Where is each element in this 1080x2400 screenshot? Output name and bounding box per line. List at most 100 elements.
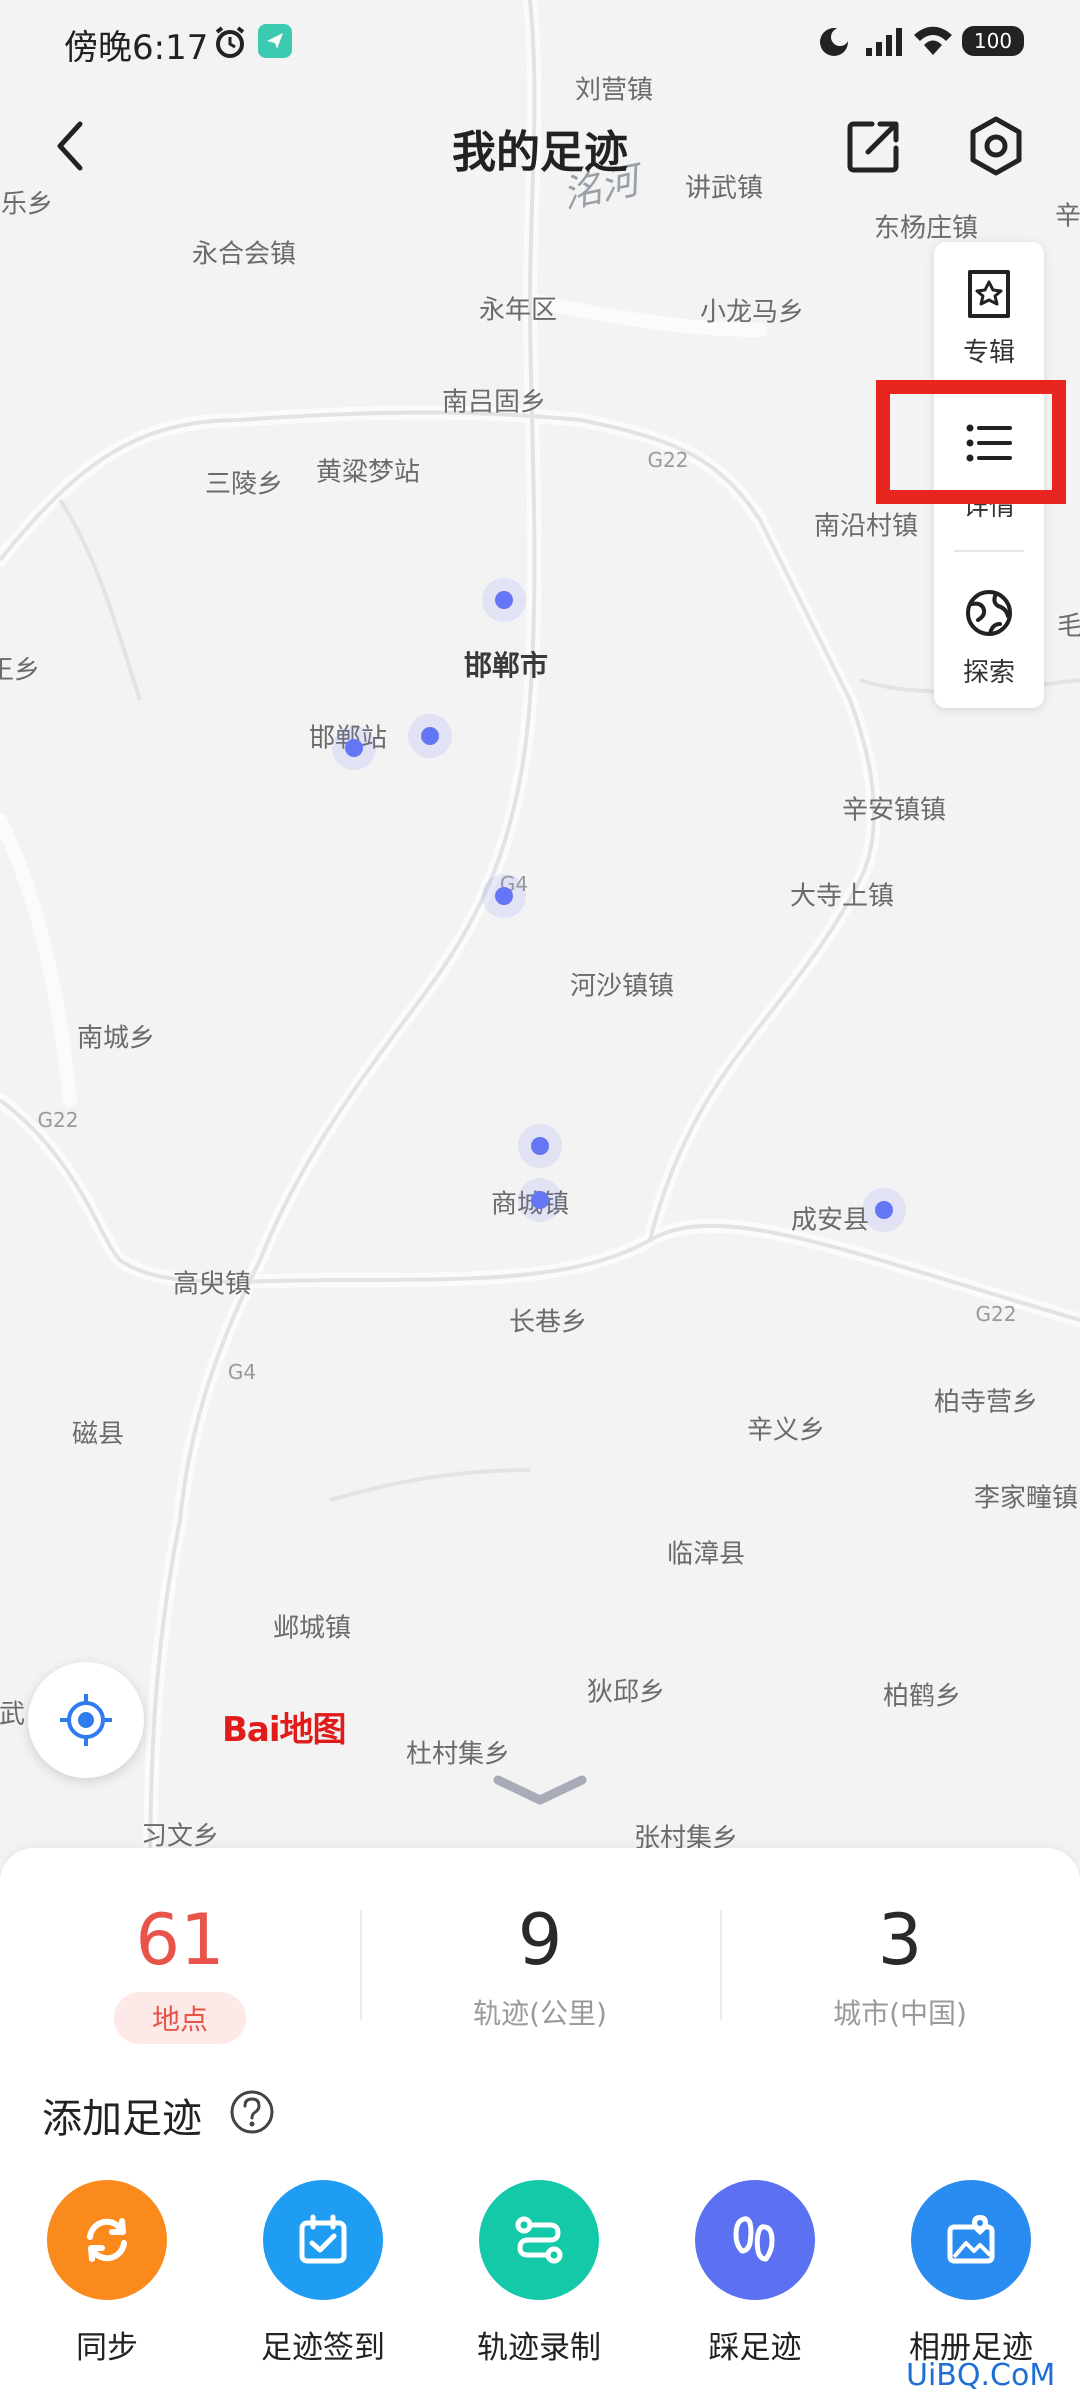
place-label: 辛 [1054,201,1080,232]
stat-tracks[interactable]: 9 轨迹(公里) [400,1898,680,2032]
place-label: 三陵乡 [204,469,284,500]
place-label: 李家疃镇 [973,1483,1079,1514]
place-label: 南城乡 [76,1023,156,1054]
footprint-marker[interactable] [482,578,526,622]
share-icon [847,121,899,173]
album-footprint-button[interactable]: 相册足迹 [876,2180,1066,2367]
highway-label: G22 [37,1108,79,1132]
place-label: 永年区 [478,295,558,326]
place-label: 杜村集乡 [405,1739,511,1770]
place-label: 长巷乡 [508,1307,588,1338]
action-label: 同步 [76,2330,138,2366]
status-bar: 傍晚6:17 100 [0,0,1080,86]
place-label: 东杨庄镇 [873,213,979,244]
locate-button[interactable] [28,1662,144,1778]
locate-icon [60,1694,112,1746]
signal-icon [866,28,902,56]
place-label: 高臾镇 [172,1269,252,1300]
place-label: 邺城镇 [272,1613,352,1644]
wifi-icon [914,26,952,55]
place-label: 辛义乡 [746,1415,826,1446]
place-label: 辛安镇镇 [841,795,947,826]
battery-icon: 100 [962,26,1024,56]
track-record-icon-circle [479,2180,599,2300]
baidu-map-logo: Bai地图 [222,1710,347,1750]
road-network [0,0,1080,1880]
alarm-icon [215,26,245,58]
footprint-marker[interactable] [408,714,452,758]
route-icon [515,2216,563,2264]
place-label: 大寺上镇 [789,881,895,912]
footprint-marker[interactable] [482,874,526,918]
check-in-icon-circle [263,2180,383,2300]
action-label: 轨迹录制 [477,2330,601,2366]
place-label: 临漳县 [666,1539,746,1570]
place-label: 磁县 [71,1419,125,1450]
share-button[interactable] [838,110,910,182]
sync-icon [87,2218,127,2262]
stat-cities[interactable]: 3 城市(中国) [760,1898,1040,2032]
place-label: 河沙镇镇 [569,971,675,1002]
globe-explore-icon [966,590,1012,636]
footprint-marker[interactable] [862,1188,906,1232]
divider [360,1910,362,2020]
highway-label: G22 [975,1302,1017,1326]
calendar-check-icon [299,2214,347,2264]
navigation-app-icon [258,24,292,58]
battery-level: 100 [973,29,1013,53]
stat-places[interactable]: 61 地点 [40,1898,320,2044]
stat-label: 地点 [113,1992,246,2044]
page-title: 我的足迹 [452,127,628,178]
footprint-marker[interactable] [518,1178,562,1222]
footprint-marker[interactable] [518,1124,562,1168]
side-item-label: 专辑 [962,338,1015,368]
place-label: 王乡 [0,655,41,686]
divider [720,1910,722,2020]
sync-icon-circle [47,2180,167,2300]
highway-label: G22 [647,448,689,472]
action-label: 足迹签到 [261,2330,385,2366]
step-footprint-icon-circle [695,2180,815,2300]
footprints-icon [733,2216,775,2262]
footprint-summary-sheet: 61 地点 9 轨迹(公里) 3 城市(中国) 添加足迹 同步 足迹签到 轨迹录… [0,1848,1080,2400]
watermark: UiBQ.CoM [906,2358,1056,2393]
sync-button[interactable]: 同步 [12,2180,202,2367]
stat-label: 轨迹(公里) [473,1997,607,2030]
stat-value: 3 [877,1899,923,1981]
chevron-down-icon[interactable] [490,1772,590,1812]
add-footprint-title: 添加足迹 [42,2096,202,2142]
status-time: 傍晚6:17 [64,28,209,68]
stat-value: 61 [135,1899,225,1981]
help-icon[interactable] [228,2088,276,2136]
map-view[interactable]: 刘营镇 洺河 讲武镇 东杨庄镇 辛 安乐乡 永合会镇 永年区 小龙马乡 南吕固乡… [0,0,1080,1880]
side-item-explore[interactable]: 探索 [934,562,1044,702]
footprint-marker[interactable] [332,726,376,770]
header: 我的足迹 [0,96,1080,196]
place-label: 习文乡 [140,1821,220,1852]
side-item-album[interactable]: 专辑 [934,242,1044,382]
side-item-label: 探索 [962,658,1015,688]
check-in-button[interactable]: 足迹签到 [228,2180,418,2367]
place-label: 武 [0,1699,26,1730]
do-not-disturb-icon [820,28,849,56]
action-label: 踩足迹 [708,2330,802,2366]
place-label: 毛 [1056,611,1080,642]
album-star-icon [968,270,1010,318]
step-footprint-button[interactable]: 踩足迹 [660,2180,850,2367]
track-record-button[interactable]: 轨迹录制 [444,2180,634,2367]
place-label: 南沿村镇 [813,511,919,542]
city-label: 邯郸市 [463,649,549,682]
place-label: 南吕固乡 [441,387,547,418]
divider [954,550,1024,552]
settings-button[interactable] [960,110,1032,182]
highlight-box [876,380,1066,504]
place-label: 成安县 [790,1205,870,1236]
place-label: 狄邱乡 [586,1677,666,1708]
place-label: 永合会镇 [191,239,297,270]
place-label: 柏鹤乡 [882,1681,962,1712]
stat-label: 城市(中国) [833,1997,967,2030]
place-label: 黄粱梦站 [315,457,421,488]
album-footprint-icon-circle [911,2180,1031,2300]
place-label: 小龙马乡 [699,297,805,328]
place-label: 柏寺营乡 [933,1387,1039,1418]
